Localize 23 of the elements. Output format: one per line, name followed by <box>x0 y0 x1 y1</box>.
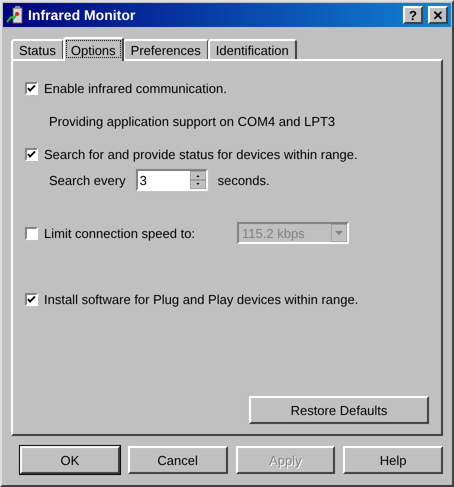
close-button[interactable]: ✕ <box>428 6 448 24</box>
tab[interactable]: Options <box>62 37 124 61</box>
dialog-button[interactable]: Help <box>343 446 443 474</box>
interval-label: Search every <box>49 172 126 188</box>
checkbox-label[interactable]: Install software for Plug and Play devices within range. <box>44 292 358 306</box>
device-icon <box>6 6 24 24</box>
status-text: Providing application support on COM4 and LPT3 <box>49 114 336 128</box>
interval-spinner[interactable]: 3 <box>136 169 208 191</box>
window-title: Infrared Monitor <box>28 7 136 23</box>
help-button[interactable]: ? <box>403 6 423 24</box>
checkbox-label[interactable]: Search for and provide status for devices within range. <box>44 146 358 162</box>
checkbox[interactable] <box>25 148 38 160</box>
restore-defaults-button[interactable]: Restore Defaults <box>249 396 429 424</box>
checkbox-label[interactable]: Enable infrared communication. <box>44 80 227 96</box>
checkbox[interactable] <box>25 82 38 94</box>
spin-arrows-icon[interactable] <box>190 171 206 189</box>
tab[interactable]: Identification <box>208 39 297 59</box>
tab[interactable]: Status <box>11 39 64 59</box>
dialog-button[interactable]: OK <box>20 446 120 474</box>
checkbox[interactable] <box>25 292 38 306</box>
dialog-button[interactable]: Cancel <box>128 446 228 474</box>
unit-label: seconds. <box>218 172 270 188</box>
tab[interactable]: Preferences <box>122 39 209 59</box>
